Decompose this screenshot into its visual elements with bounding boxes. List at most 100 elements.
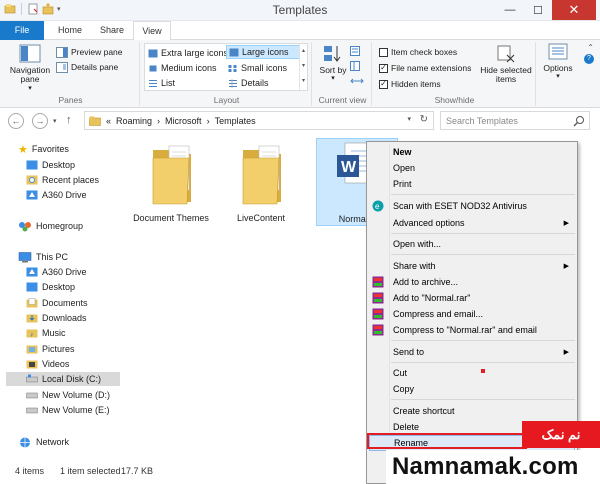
menu-item-send-to[interactable]: Send to ▶ bbox=[369, 344, 575, 360]
nav-item-pictures[interactable]: Pictures bbox=[26, 342, 75, 356]
navigation-pane-button[interactable]: Navigation pane ▾ bbox=[6, 44, 54, 92]
address-overflow[interactable]: « bbox=[106, 116, 111, 126]
options-dropdown-icon: ▾ bbox=[556, 73, 560, 81]
up-button[interactable]: ↑ bbox=[66, 114, 72, 126]
breadcrumb-separator-icon[interactable]: › bbox=[207, 116, 210, 126]
menu-item-copy[interactable]: Copy bbox=[369, 381, 575, 397]
menu-item-open[interactable]: Open bbox=[369, 160, 575, 176]
recent-locations-icon[interactable]: ▾ bbox=[53, 117, 57, 125]
options-label: Options bbox=[543, 63, 573, 73]
forward-button[interactable]: → bbox=[32, 113, 48, 129]
breadcrumb-microsoft[interactable]: Microsoft bbox=[165, 116, 202, 126]
minimize-button[interactable]: — bbox=[496, 0, 524, 20]
file-name-extensions-toggle[interactable]: ✓ File name extensions bbox=[379, 61, 471, 75]
menu-item-share-with[interactable]: Share with ▶ bbox=[369, 258, 575, 274]
menu-item-cut[interactable]: Cut bbox=[369, 365, 575, 381]
menu-item-advanced-options[interactable]: Advanced options ▶ bbox=[369, 215, 575, 231]
navigation-pane-dropdown-icon: ▾ bbox=[28, 84, 32, 92]
nav-favorites[interactable]: ★ Favorites bbox=[18, 142, 69, 156]
tab-view[interactable]: View bbox=[133, 21, 171, 41]
group-by-icon[interactable] bbox=[350, 46, 364, 56]
breadcrumb-roaming[interactable]: Roaming bbox=[116, 116, 152, 126]
maximize-button[interactable]: ☐ bbox=[524, 0, 552, 20]
search-box[interactable]: Search Templates bbox=[440, 111, 590, 130]
menu-item-new[interactable]: New bbox=[369, 144, 575, 160]
menu-item-compress-and-email[interactable]: Compress and email... bbox=[369, 306, 575, 322]
tab-file[interactable]: File bbox=[0, 21, 44, 40]
menu-item-create-shortcut[interactable]: Create shortcut bbox=[369, 403, 575, 419]
search-icon[interactable] bbox=[573, 115, 585, 127]
details-option[interactable]: Details bbox=[226, 76, 271, 90]
nav-item-a360-drive[interactable]: A360 Drive bbox=[26, 188, 87, 202]
nav-item-recent-places[interactable]: Recent places bbox=[26, 173, 99, 187]
item-check-boxes-label: Item check boxes bbox=[391, 47, 458, 57]
hide-selected-items-button[interactable]: Hide selected items bbox=[478, 44, 534, 85]
help-icon[interactable]: ? bbox=[584, 54, 594, 64]
watermark-site: Namnamak.com bbox=[386, 450, 600, 484]
menu-item-compress-rar-and-email[interactable]: Compress to "Normal.rar" and email bbox=[369, 322, 575, 338]
menu-item-add-to-normal-rar[interactable]: Add to "Normal.rar" bbox=[369, 290, 575, 306]
nav-item-desktop-pc[interactable]: Desktop bbox=[26, 280, 75, 294]
extra-large-icons-option[interactable]: Extra large icons bbox=[146, 46, 230, 60]
large-icons-option[interactable]: Large icons bbox=[226, 45, 300, 59]
nav-network[interactable]: Network bbox=[18, 435, 69, 449]
layout-scroll[interactable]: ▴ ▾ ▾ bbox=[299, 44, 307, 90]
desktop-icon bbox=[26, 282, 38, 292]
details-pane-button[interactable]: Details pane bbox=[56, 60, 118, 74]
navigation-pane-label: Navigation pane bbox=[9, 65, 51, 85]
options-button[interactable]: Options ▾ bbox=[540, 42, 576, 81]
add-columns-icon[interactable] bbox=[350, 61, 364, 71]
layout-group: Extra large icons Large icons Medium ico… bbox=[142, 42, 312, 106]
hidden-items-checkbox[interactable]: ✓ bbox=[379, 79, 388, 89]
winrar-icon bbox=[372, 276, 384, 288]
menu-item-print[interactable]: Print bbox=[369, 176, 575, 192]
tab-share[interactable]: Share bbox=[92, 21, 132, 40]
file-item-document-themes[interactable]: Document Themes bbox=[130, 138, 212, 224]
file-item-livecontent[interactable]: LiveContent bbox=[220, 138, 302, 224]
nav-item-music[interactable]: ♪ Music bbox=[26, 326, 66, 340]
breadcrumb-separator-icon[interactable]: › bbox=[157, 116, 160, 126]
address-dropdown-icon[interactable]: ▾ bbox=[407, 115, 411, 123]
file-name-extensions-checkbox[interactable]: ✓ bbox=[379, 63, 388, 73]
close-button[interactable]: ✕ bbox=[552, 0, 596, 20]
title-bar: ▾ Templates — ☐ ✕ bbox=[0, 0, 600, 21]
search-input[interactable]: Search Templates bbox=[446, 116, 518, 126]
show-hide-group-label: Show/hide bbox=[434, 95, 475, 105]
nav-item-local-disk-c[interactable]: Local Disk (C:) bbox=[6, 372, 120, 386]
hidden-items-toggle[interactable]: ✓ Hidden items bbox=[379, 77, 441, 91]
refresh-icon[interactable]: ↻ bbox=[420, 114, 428, 125]
nav-item-downloads[interactable]: Downloads bbox=[26, 311, 87, 325]
nav-item-videos[interactable]: Videos bbox=[26, 357, 69, 371]
menu-item-scan-eset[interactable]: e Scan with ESET NOD32 Antivirus bbox=[369, 198, 575, 214]
back-button[interactable]: ← bbox=[8, 113, 24, 129]
medium-icons-option[interactable]: Medium icons bbox=[146, 61, 219, 75]
nav-item-a360-drive-pc[interactable]: A360 Drive bbox=[26, 265, 87, 279]
nav-item-desktop[interactable]: Desktop bbox=[26, 158, 75, 172]
menu-item-open-with[interactable]: Open with... bbox=[369, 236, 575, 252]
list-option[interactable]: List bbox=[146, 76, 177, 90]
panes-group-label: Panes bbox=[58, 95, 83, 105]
breadcrumb-templates[interactable]: Templates bbox=[215, 116, 256, 126]
large-icons-label: Large icons bbox=[242, 47, 289, 57]
layout-gallery: Extra large icons Large icons Medium ico… bbox=[144, 43, 308, 91]
nav-homegroup[interactable]: Homegroup bbox=[18, 219, 83, 233]
item-check-boxes-checkbox[interactable] bbox=[379, 47, 388, 57]
nav-item-documents[interactable]: Documents bbox=[26, 296, 88, 310]
nav-item-new-volume-e[interactable]: New Volume (E:) bbox=[26, 403, 110, 417]
nav-item-new-volume-d[interactable]: New Volume (D:) bbox=[26, 388, 110, 402]
nav-this-pc[interactable]: This PC bbox=[18, 250, 68, 264]
menu-separator bbox=[391, 194, 575, 195]
preview-pane-button[interactable]: Preview pane bbox=[56, 45, 123, 59]
tab-home[interactable]: Home bbox=[48, 21, 92, 40]
file-name-extensions-label: File name extensions bbox=[391, 63, 472, 73]
menu-item-add-to-archive[interactable]: Add to archive... bbox=[369, 274, 575, 290]
item-check-boxes-toggle[interactable]: Item check boxes bbox=[379, 45, 457, 59]
collapse-ribbon-icon[interactable]: ⌃ bbox=[587, 43, 594, 52]
menu-item-label: Scan with ESET NOD32 Antivirus bbox=[393, 201, 527, 211]
sort-by-button[interactable]: Sort by ▾ bbox=[318, 44, 348, 83]
size-columns-icon[interactable] bbox=[350, 76, 364, 86]
small-icons-icon bbox=[228, 64, 237, 72]
window-controls: — ☐ ✕ bbox=[496, 0, 596, 20]
small-icons-option[interactable]: Small icons bbox=[226, 61, 289, 75]
address-bar[interactable]: « Roaming › Microsoft › Templates ▾ ↻ bbox=[84, 111, 434, 130]
